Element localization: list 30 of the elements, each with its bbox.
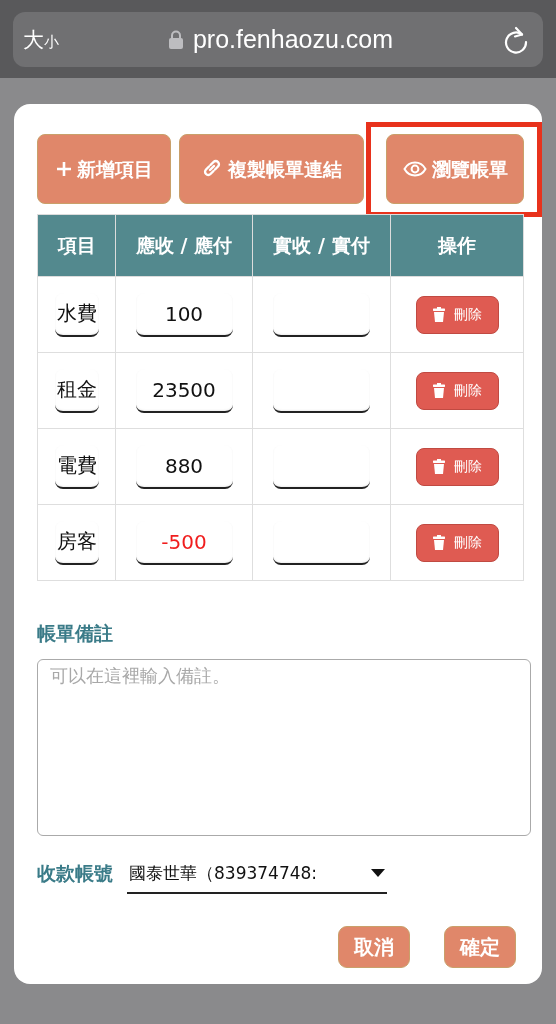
note-field[interactable]: 可以在這裡輸入備註。 bbox=[37, 659, 531, 836]
trash-icon bbox=[432, 459, 445, 474]
lock-icon bbox=[168, 30, 183, 49]
trash-icon bbox=[432, 307, 445, 322]
link-icon bbox=[201, 159, 223, 177]
trash-icon bbox=[432, 535, 445, 550]
note-label: 帳單備註 bbox=[37, 621, 114, 646]
caret-icon bbox=[371, 869, 385, 877]
trash-icon bbox=[432, 383, 445, 398]
delete-button[interactable]: 刪除 bbox=[415, 295, 499, 334]
column-header: 應收 / 應付 bbox=[115, 214, 253, 277]
delete-button[interactable]: 刪除 bbox=[415, 447, 499, 486]
account-dropdown[interactable]: 國泰世華（839374748: bbox=[127, 854, 387, 894]
account-label: 收款帳號 bbox=[37, 861, 113, 886]
url-text: pro.fenhaozu.com bbox=[192, 25, 394, 54]
column-header: 操作 bbox=[390, 214, 524, 277]
dialog-button[interactable]: 取消 bbox=[338, 926, 410, 968]
dialog-button[interactable]: 確定 bbox=[444, 926, 516, 968]
action-button[interactable]: 複製帳單連結 bbox=[179, 134, 364, 204]
text-size-button[interactable]: 大小 bbox=[23, 25, 83, 54]
column-header: 項目 bbox=[37, 214, 116, 277]
delete-button[interactable]: 刪除 bbox=[415, 523, 499, 562]
column-header: 實收 / 實付 bbox=[252, 214, 391, 277]
eye-icon bbox=[402, 160, 427, 177]
address-bar[interactable]: 大小 pro.fenhaozu.com bbox=[13, 12, 543, 67]
reload-icon[interactable] bbox=[503, 25, 529, 54]
delete-button[interactable]: 刪除 bbox=[415, 371, 499, 410]
action-button[interactable]: 新增項目 bbox=[37, 134, 171, 204]
plus-icon bbox=[55, 161, 72, 177]
action-button[interactable]: 瀏覽帳單 bbox=[386, 133, 524, 204]
